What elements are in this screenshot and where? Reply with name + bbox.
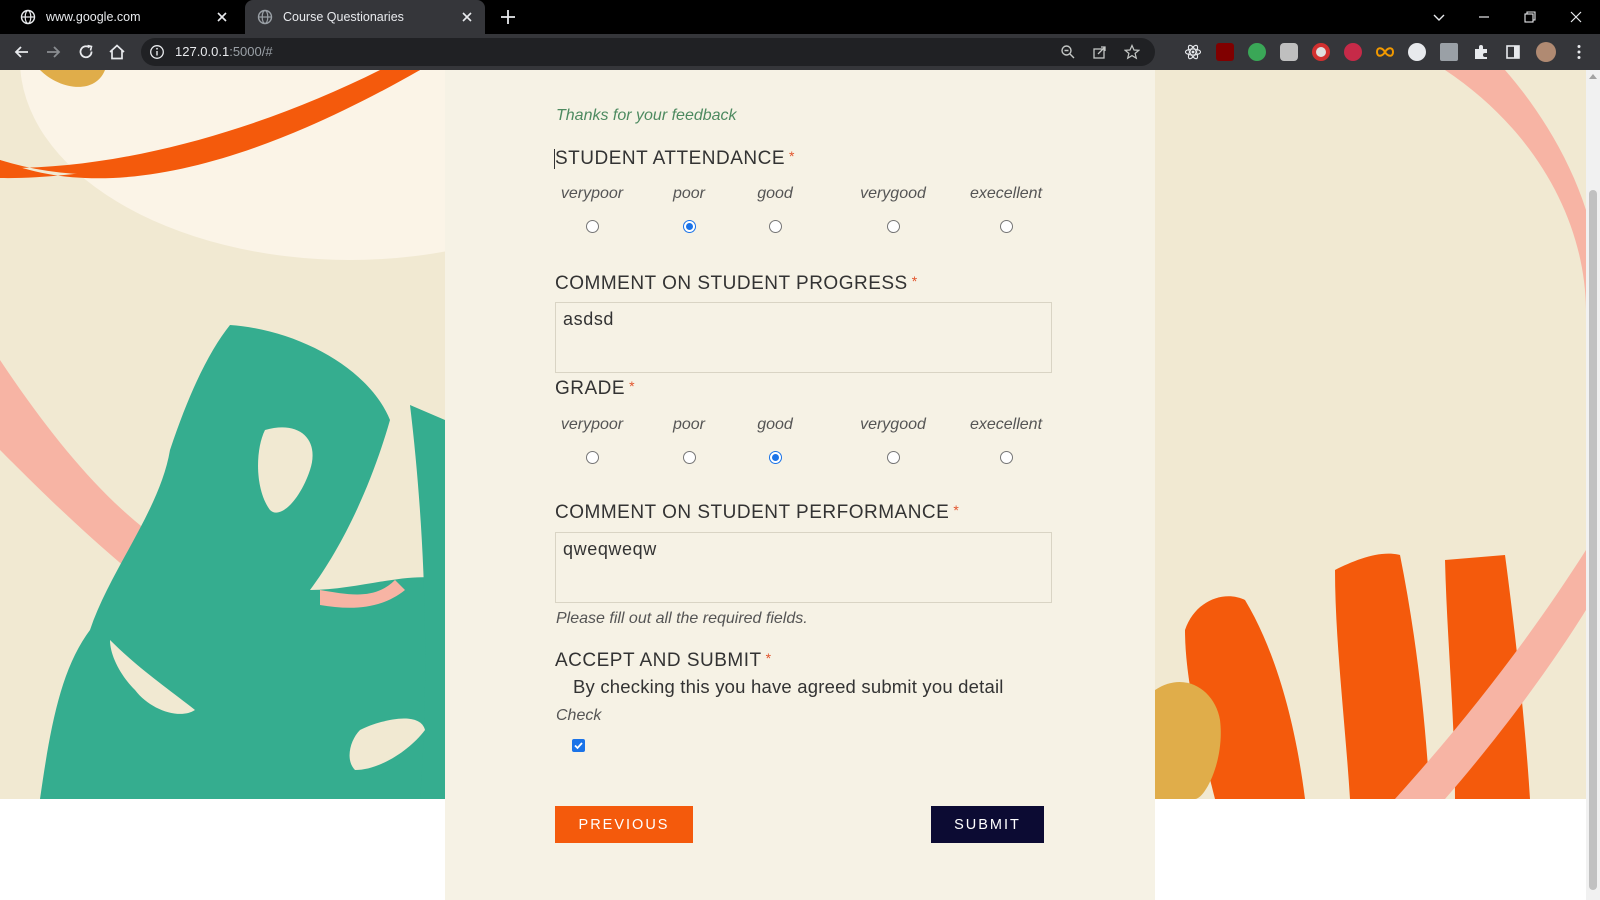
- radio-button[interactable]: [999, 220, 1013, 233]
- tab-title: www.google.com: [46, 10, 141, 24]
- browser-tab-strip: www.google.com Course Questionaries: [0, 0, 1600, 34]
- scrollbar-thumb[interactable]: [1589, 190, 1597, 890]
- progress-comment-label: COMMENT ON STUDENT PROGRESS *: [555, 273, 918, 294]
- performance-comment-textarea[interactable]: qweqweqw: [555, 532, 1052, 603]
- attendance-option-poor[interactable]: poor: [665, 185, 713, 233]
- tab-title: Course Questionaries: [283, 10, 404, 24]
- radio-button[interactable]: [999, 451, 1013, 464]
- close-tab-icon[interactable]: [214, 9, 230, 25]
- radio-button[interactable]: [886, 220, 900, 233]
- reload-icon[interactable]: [76, 42, 96, 62]
- minimize-icon[interactable]: [1471, 4, 1497, 30]
- questionnaire-card: Thanks for your feedback STUDENT ATTENDA…: [445, 70, 1155, 900]
- submit-button[interactable]: SUBMIT: [931, 806, 1044, 843]
- attendance-option-verypoor[interactable]: verypoor: [555, 185, 629, 233]
- radio-button[interactable]: [682, 451, 696, 464]
- check-label: Check: [556, 707, 602, 724]
- attendance-option-good[interactable]: good: [751, 185, 799, 233]
- radio-button-selected[interactable]: [768, 451, 782, 464]
- checkmark-icon: [574, 742, 583, 750]
- required-asterisk: *: [789, 148, 795, 164]
- ublock-icon[interactable]: [1216, 43, 1234, 61]
- zoom-icon[interactable]: [1060, 44, 1076, 60]
- new-tab-plus-icon[interactable]: [498, 7, 518, 27]
- url-text: 127.0.0.1:5000/#: [175, 44, 273, 59]
- extension-green-icon[interactable]: [1248, 43, 1266, 61]
- page-scrollbar[interactable]: [1586, 70, 1600, 900]
- attendance-option-verygood[interactable]: verygood: [843, 185, 943, 233]
- consent-text: By checking this you have agreed submit …: [573, 676, 1004, 697]
- accept-checkbox[interactable]: [572, 739, 585, 752]
- success-message: Thanks for your feedback: [556, 107, 737, 124]
- close-tab-icon[interactable]: [459, 9, 475, 25]
- pokeball-icon[interactable]: [1312, 43, 1330, 61]
- react-devtools-icon[interactable]: [1184, 43, 1202, 61]
- extensions-puzzle-icon[interactable]: [1472, 43, 1490, 61]
- performance-comment-label: COMMENT ON STUDENT PERFORMANCE *: [555, 502, 960, 523]
- browser-toolbar: 127.0.0.1:5000/#: [0, 34, 1600, 70]
- validation-warning: Please fill out all the required fields.: [556, 610, 808, 627]
- extension-gray-icon[interactable]: [1280, 43, 1298, 61]
- extension-red-icon[interactable]: [1344, 43, 1362, 61]
- site-info-icon[interactable]: [149, 44, 165, 60]
- grade-option-verypoor[interactable]: verypoor: [555, 416, 629, 464]
- tab-google[interactable]: www.google.com: [8, 0, 240, 34]
- radio-button[interactable]: [886, 451, 900, 464]
- share-icon[interactable]: [1092, 44, 1108, 60]
- accept-submit-label: ACCEPT AND SUBMIT *: [555, 650, 772, 671]
- profile-avatar[interactable]: [1536, 42, 1556, 62]
- address-bar[interactable]: 127.0.0.1:5000/#: [141, 38, 1155, 66]
- attendance-label: STUDENT ATTENDANCE *: [555, 148, 795, 169]
- globe-icon: [257, 9, 273, 25]
- home-icon[interactable]: [107, 42, 127, 62]
- radio-button[interactable]: [585, 220, 599, 233]
- globe-icon: [20, 9, 36, 25]
- page-viewport: Thanks for your feedback STUDENT ATTENDA…: [0, 70, 1586, 900]
- radio-button[interactable]: [768, 220, 782, 233]
- required-asterisk: *: [629, 378, 636, 394]
- grade-option-execellent[interactable]: execellent: [967, 416, 1045, 464]
- kebab-menu-icon[interactable]: [1570, 43, 1588, 61]
- scroll-up-arrow-icon[interactable]: [1589, 74, 1597, 79]
- progress-comment-textarea[interactable]: asdsd: [555, 302, 1052, 373]
- side-panel-icon[interactable]: [1504, 43, 1522, 61]
- tab-search-chevron-icon[interactable]: [1426, 4, 1452, 30]
- grade-option-poor[interactable]: poor: [665, 416, 713, 464]
- required-asterisk: *: [765, 650, 772, 666]
- tab-course-questionaries[interactable]: Course Questionaries: [245, 0, 485, 34]
- restore-icon[interactable]: [1517, 4, 1543, 30]
- extension-white-icon[interactable]: [1408, 43, 1426, 61]
- previous-button[interactable]: PREVIOUS: [555, 806, 693, 843]
- grade-option-verygood[interactable]: verygood: [843, 416, 943, 464]
- right-decorative-illustration: [1155, 70, 1586, 799]
- back-arrow-icon[interactable]: [12, 42, 32, 62]
- attendance-options: verypoor poor good verygood execellent: [555, 185, 1045, 245]
- grade-option-good[interactable]: good: [751, 416, 799, 464]
- radio-button[interactable]: [585, 451, 599, 464]
- grade-options: verypoor poor good verygood execellent: [555, 416, 1045, 476]
- close-window-icon[interactable]: [1563, 4, 1589, 30]
- grade-label: GRADE *: [555, 378, 636, 399]
- radio-button-selected[interactable]: [682, 220, 696, 233]
- infinity-icon[interactable]: [1375, 43, 1395, 61]
- left-decorative-illustration: [0, 70, 445, 799]
- required-asterisk: *: [911, 273, 918, 289]
- required-asterisk: *: [953, 502, 960, 518]
- attendance-option-execellent[interactable]: execellent: [967, 185, 1045, 233]
- bookmark-star-icon[interactable]: [1123, 44, 1141, 60]
- extension-photo-icon[interactable]: [1440, 43, 1458, 61]
- forward-arrow-icon[interactable]: [43, 42, 63, 62]
